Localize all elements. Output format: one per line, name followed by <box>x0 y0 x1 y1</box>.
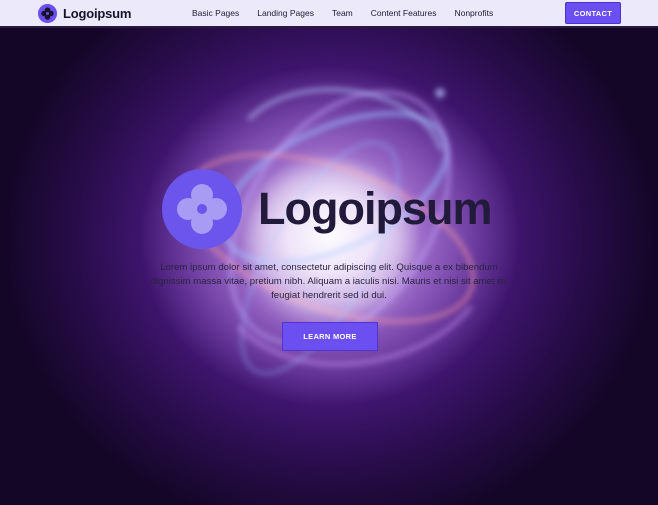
hero-description: Lorem ipsum dolor sit amet, consectetur … <box>150 262 508 301</box>
contact-button[interactable]: CONTACT <box>565 2 621 24</box>
nav-link-basic-pages[interactable]: Basic Pages <box>192 8 239 18</box>
learn-more-button[interactable]: LEARN MORE <box>282 322 378 351</box>
top-navbar: Logoipsum Basic Pages Landing Pages Team… <box>0 0 658 28</box>
nav-link-landing-pages[interactable]: Landing Pages <box>257 8 314 18</box>
nav-link-nonprofits[interactable]: Nonprofits <box>454 8 493 18</box>
hero-logo-mark-icon <box>162 169 242 249</box>
nav-link-team[interactable]: Team <box>332 8 353 18</box>
hero-title: Logoipsum <box>258 183 492 234</box>
four-petal-logo-icon <box>38 4 57 23</box>
nav-link-content-features[interactable]: Content Features <box>371 8 437 18</box>
brand-name: Logoipsum <box>63 6 132 21</box>
brand-logo[interactable]: Logoipsum <box>38 4 131 23</box>
main-nav: Basic Pages Landing Pages Team Content F… <box>192 0 511 26</box>
hero-section: Logoipsum Lorem ipsum dolor sit amet, co… <box>0 28 658 505</box>
